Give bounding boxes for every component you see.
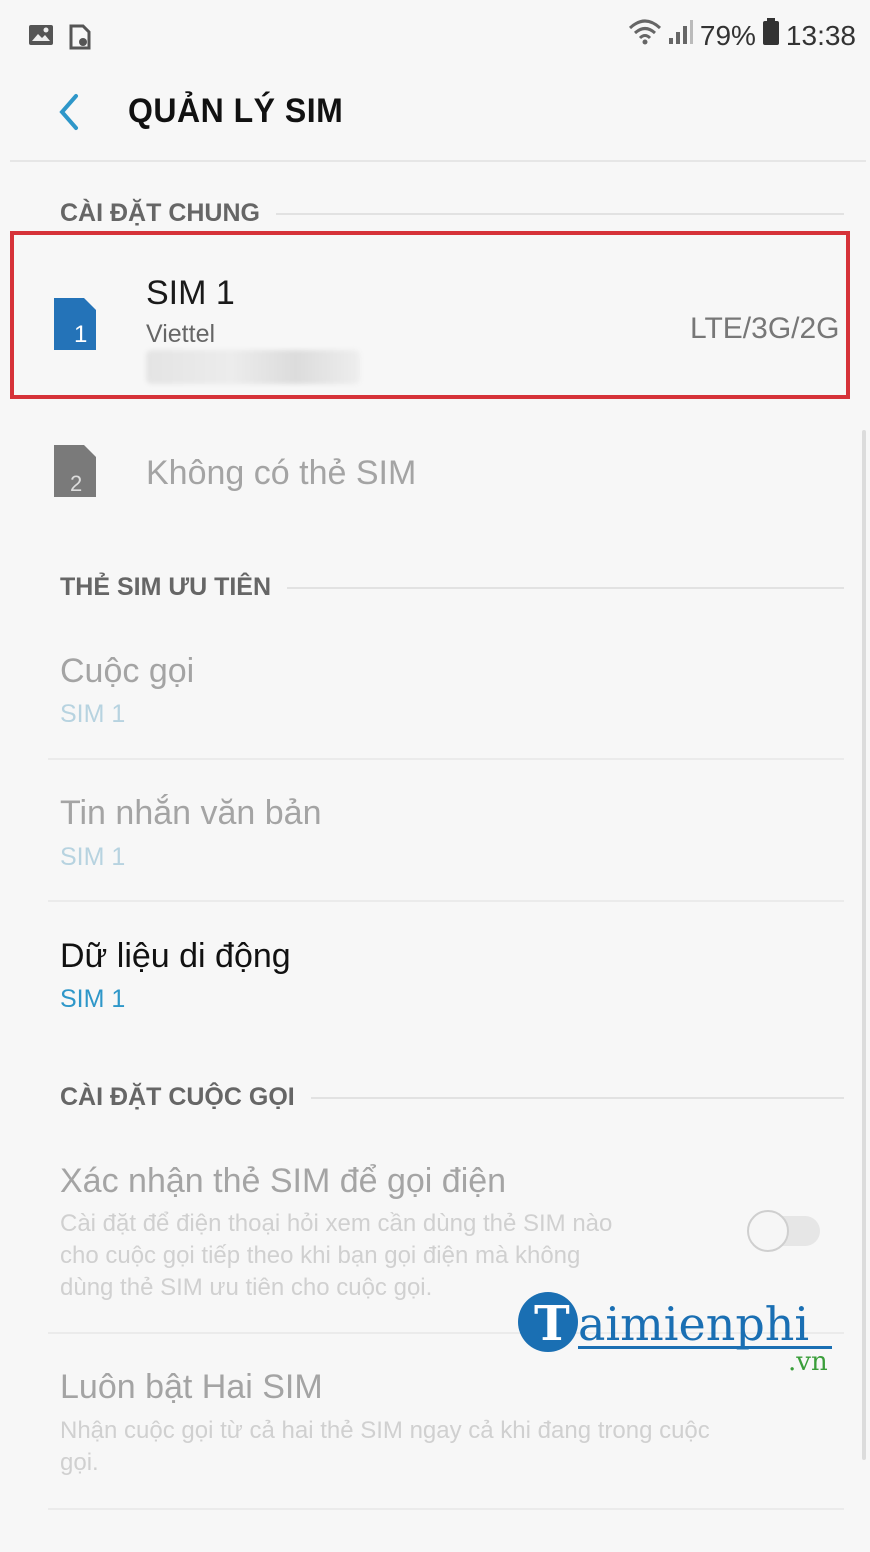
section-header-general: CÀI ĐẶT CHUNG [60, 199, 844, 228]
section-line [287, 586, 844, 589]
sms-preference-value: SIM 1 [60, 843, 126, 871]
sim-card-2-icon: 2 [52, 443, 98, 499]
scrollbar[interactable] [862, 430, 866, 1460]
taimienphi-watermark-logo: T aimienphi .vn [512, 1288, 842, 1378]
description-line: cho cuộc gọi tiếp theo khi bạn gọi điện … [60, 1242, 581, 1269]
page-title: QUẢN LÝ SIM [128, 90, 344, 130]
wifi-icon [628, 18, 662, 53]
description-line: gọi. [60, 1449, 99, 1476]
sim2-row[interactable] [10, 410, 850, 540]
section-title: CÀI ĐẶT CHUNG [60, 199, 260, 227]
mobile-data-preference-row[interactable] [10, 912, 850, 1042]
divider [48, 1508, 844, 1510]
battery-icon [762, 18, 780, 53]
section-header-preferred: THẺ SIM ƯU TIÊN [60, 573, 844, 602]
header-divider [10, 160, 866, 162]
watermark-brand: aimienphi [578, 1297, 809, 1351]
status-indicators: 79% 13:38 [628, 18, 856, 53]
section-title: CÀI ĐẶT CUỘC GỌI [60, 1083, 295, 1111]
screenshot-notification-icon [68, 24, 92, 55]
battery-percent: 79% [699, 19, 756, 51]
svg-text:T: T [534, 1296, 570, 1352]
watermark-suffix: .vn [788, 1347, 828, 1377]
mobile-data-value: SIM 1 [60, 985, 126, 1013]
dual-sim-always-on-title: Luôn bật Hai SIM [60, 1368, 323, 1406]
sim2-title: Không có thẻ SIM [146, 454, 417, 492]
description-line: Nhận cuộc gọi từ cả hai thẻ SIM ngay cả … [60, 1417, 710, 1444]
signal-icon [668, 18, 694, 53]
sim2-icon-number: 2 [70, 471, 82, 496]
chevron-left-icon [59, 94, 78, 130]
status-bar: 79% 13:38 [0, 0, 870, 70]
section-title: THẺ SIM ƯU TIÊN [60, 573, 272, 601]
calls-preference-row[interactable] [10, 630, 850, 758]
confirm-sim-toggle[interactable] [744, 1208, 822, 1254]
sms-preference-title: Tin nhắn văn bản [60, 794, 322, 832]
divider [48, 758, 844, 760]
gallery-notification-icon [28, 24, 54, 55]
divider [48, 900, 844, 902]
mobile-data-title: Dữ liệu di động [60, 937, 291, 975]
confirm-sim-title: Xác nhận thẻ SIM để gọi điện [60, 1162, 507, 1200]
description-line: Cài đặt để điện thoại hỏi xem cần dùng t… [60, 1210, 613, 1237]
sms-preference-row[interactable] [10, 770, 850, 900]
dual-sim-always-on-description: Nhận cuộc gọi từ cả hai thẻ SIM ngay cả … [60, 1415, 820, 1479]
section-line [276, 212, 844, 215]
back-button[interactable] [52, 90, 88, 134]
section-line [310, 1096, 844, 1099]
section-header-call-settings: CÀI ĐẶT CUỘC GỌI [60, 1083, 844, 1112]
calls-preference-value: SIM 1 [60, 700, 126, 728]
highlight-box [10, 231, 850, 399]
calls-preference-title: Cuộc gọi [60, 652, 195, 690]
clock: 13:38 [785, 19, 856, 51]
status-notifications [28, 24, 92, 55]
